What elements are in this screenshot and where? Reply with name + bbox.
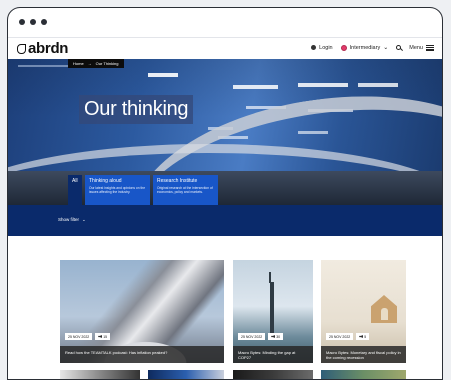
date-tag: 25 NOV 2022 [65,333,93,340]
filter-all-label: All [72,178,78,184]
user-icon [311,45,317,50]
breadcrumb: Home → Our Thinking [68,59,124,68]
brand-logo[interactable]: abrdn [17,40,68,57]
listen-duration: 30 [276,334,281,339]
chevron-down-icon: ⌄ [383,45,389,51]
nav-actions: Login Intermediary ⌄ Menu [311,44,434,51]
filter-all[interactable]: All [68,175,82,205]
article-card[interactable]: 25 NOV 2022 5 Macro Bytes: Monetary and … [321,260,406,363]
article-card[interactable]: 25 NOV 2022 15 Read how the TEAMTALK pod… [60,260,224,363]
login-label: Login [319,44,333,51]
window-dot[interactable] [30,19,36,25]
browser-window: abrdn Login Intermediary ⌄ Menu Home → O… [7,7,443,380]
menu-button[interactable]: Menu [409,44,434,51]
card-meta: 25 NOV 2022 30 [238,333,284,340]
filter-thinking-aloud[interactable]: Thinking aloud Our latest insights and o… [85,175,150,205]
logo-text: abrdn [28,40,69,57]
card-image [60,370,140,379]
article-card[interactable] [233,370,313,379]
filter-title: Thinking aloud [89,178,122,184]
filter-bar: Show filter ⌄ [8,205,442,236]
filter-title: Research Institute [157,178,198,184]
listen-duration: 5 [364,334,367,339]
login-link[interactable]: Login [311,44,333,51]
menu-label: Menu [409,44,423,51]
date-tag: 25 NOV 2022 [326,333,354,340]
speaker-icon [98,335,103,338]
article-grid: 25 NOV 2022 15 Read how the TEAMTALK pod… [8,236,442,379]
article-card[interactable] [148,370,224,379]
article-card[interactable]: 25 NOV 2022 30 Macro Bytes: Minding the … [233,260,313,363]
listen-tag: 5 [356,333,370,340]
tower-shape [269,272,274,337]
listen-tag: 15 [95,333,111,340]
card-image [321,370,406,379]
listen-tag: 30 [268,333,284,340]
window-dot[interactable] [41,19,47,25]
card-meta: 25 NOV 2022 5 [326,333,370,340]
audience-label: Intermediary [349,44,381,51]
top-navbar: abrdn Login Intermediary ⌄ Menu [8,37,442,59]
card-caption: Macro Bytes: Monetary and fiscal policy … [321,346,406,363]
card-meta: 25 NOV 2022 15 [65,333,111,340]
card-image [233,370,313,379]
page-title: Our thinking [79,95,194,124]
audience-selector[interactable]: Intermediary ⌄ [340,44,389,51]
chevron-down-icon: ⌄ [82,217,86,222]
article-card[interactable] [60,370,140,379]
show-filter-label: Show filter [58,217,80,222]
search-icon [396,45,402,50]
flag-icon [340,44,347,51]
window-controls [19,19,47,25]
breadcrumb-separator: → [87,61,92,66]
search-button[interactable] [396,45,402,50]
house-door-shape [381,308,388,320]
card-caption: Read how the TEAMTALK podcast: Has infla… [60,346,224,363]
date-tag: 25 NOV 2022 [238,333,266,340]
hamburger-icon [426,44,434,51]
filter-description: Original research at the intersection of… [157,186,213,195]
breadcrumb-home[interactable]: Home [73,61,84,66]
filter-description: Our latest insights and opinions on the … [89,186,146,195]
speaker-icon [359,335,364,338]
card-caption: Macro Bytes: Minding the gap at COP27 [233,346,313,363]
listen-duration: 15 [103,334,108,339]
filter-research-institute[interactable]: Research Institute Original research at … [153,175,218,205]
show-filter-button[interactable]: Show filter ⌄ [58,217,86,223]
breadcrumb-current: Our Thinking [95,61,119,66]
article-card[interactable] [321,370,406,379]
card-image [148,370,224,379]
logo-mark-icon [17,43,26,54]
window-dot[interactable] [19,19,25,25]
category-filters: All Thinking aloud Our latest insights a… [68,175,218,205]
speaker-icon [271,335,276,338]
